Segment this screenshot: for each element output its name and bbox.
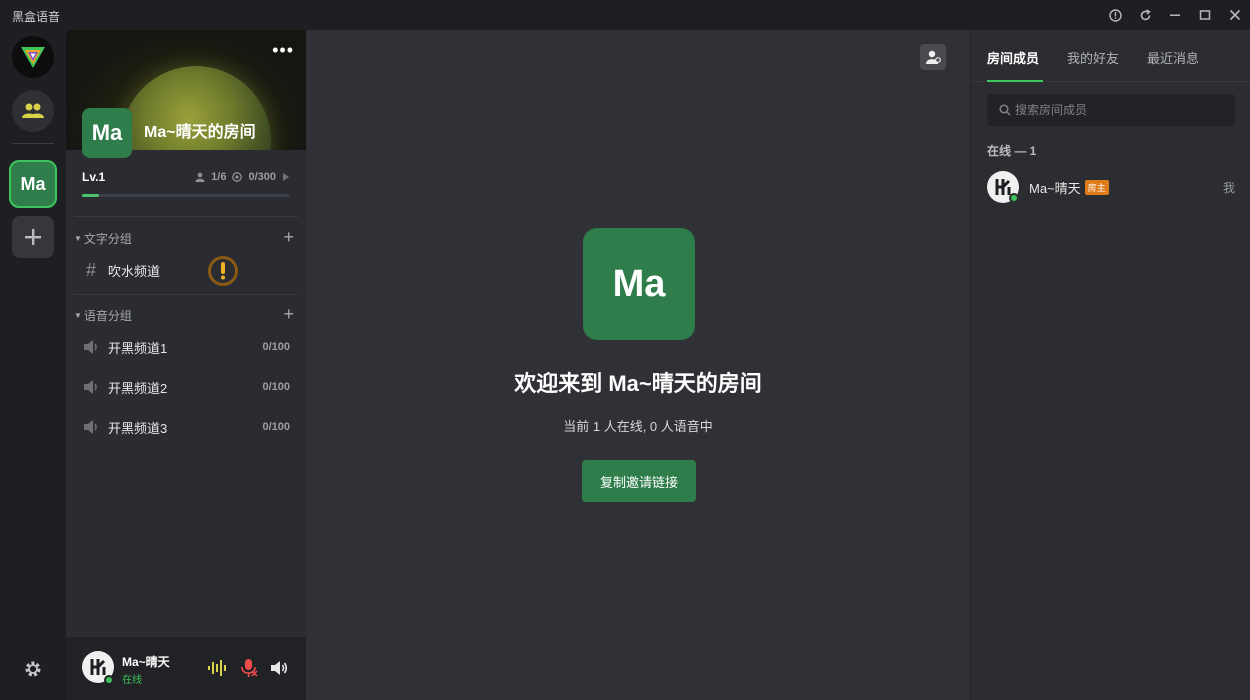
text-group-header[interactable]: ▼ 文字分组 bbox=[74, 230, 132, 247]
tab-my-friends[interactable]: 我的好友 bbox=[1067, 48, 1119, 67]
speaker-icon bbox=[74, 379, 108, 395]
speaker-icon bbox=[74, 339, 108, 355]
friends-icon[interactable] bbox=[12, 90, 54, 132]
members-panel: 房间成员 我的好友 最近消息 在线 — 1 Ma~晴天 房主 我 bbox=[970, 30, 1250, 700]
room-avatar-large-initials: Ma bbox=[612, 262, 666, 305]
help-icon[interactable] bbox=[1105, 5, 1125, 25]
channel-item-voice-2[interactable]: 开黑频道3 0/100 bbox=[74, 409, 298, 445]
member-search-input[interactable] bbox=[1015, 103, 1215, 117]
tab-room-members[interactable]: 房间成员 bbox=[987, 48, 1039, 67]
online-section-header: 在线 — 1 bbox=[987, 144, 1037, 158]
play-arrow-icon[interactable] bbox=[282, 172, 290, 182]
online-status-dot bbox=[104, 675, 114, 685]
member-search-box[interactable] bbox=[987, 94, 1235, 126]
voice-group-header[interactable]: ▼ 语音分组 bbox=[74, 307, 132, 324]
divider bbox=[74, 294, 298, 295]
online-status-dot bbox=[1009, 193, 1019, 203]
room-level: Lv.1 bbox=[82, 170, 106, 184]
gear-icon bbox=[25, 661, 41, 677]
members-tabs: 房间成员 我的好友 最近消息 bbox=[971, 30, 1250, 82]
minimize-icon[interactable] bbox=[1165, 5, 1185, 25]
caret-down-icon: ▼ bbox=[74, 234, 82, 243]
plus-icon bbox=[25, 229, 41, 245]
member-avatar bbox=[987, 171, 1019, 203]
room-avatar-initials: Ma bbox=[91, 120, 123, 145]
more-options-icon[interactable]: ••• bbox=[272, 41, 294, 59]
user-name: Ma~晴天 bbox=[122, 655, 170, 669]
active-tab-indicator bbox=[987, 80, 1043, 82]
title-bar: 黑盒语音 bbox=[0, 0, 1250, 30]
user-bar: Ma~晴天 在线 bbox=[66, 637, 306, 700]
coin-icon bbox=[232, 172, 243, 182]
channel-item-voice-0[interactable]: 开黑频道1 0/100 bbox=[74, 329, 298, 365]
person-settings-icon bbox=[926, 50, 941, 64]
main-content: Ma 欢迎来到 Ma~晴天的房间 当前 1 人在线, 0 人语音中 复制邀请链接 bbox=[306, 30, 970, 700]
hash-icon: # bbox=[85, 259, 96, 280]
channel-count: 0/100 bbox=[262, 381, 290, 393]
channel-count: 0/100 bbox=[262, 421, 290, 433]
online-info-text: 当前 1 人在线, 0 人语音中 bbox=[563, 419, 713, 434]
user-status: 在线 bbox=[122, 675, 142, 686]
coins-stat: 0/300 bbox=[248, 171, 276, 183]
caret-down-icon: ▼ bbox=[74, 311, 82, 320]
soundwave-icon bbox=[208, 660, 226, 676]
owner-badge: 房主 bbox=[1084, 179, 1109, 195]
speaker-button[interactable] bbox=[268, 657, 290, 679]
channel-name: 吹水频道 bbox=[108, 263, 161, 279]
speaker-icon bbox=[271, 661, 288, 675]
level-progress-fill bbox=[82, 194, 99, 197]
heybox-logo-icon[interactable] bbox=[12, 36, 54, 78]
alert-icon[interactable] bbox=[208, 256, 238, 286]
room-shortcut-button[interactable]: Ma bbox=[9, 160, 57, 208]
add-text-channel-button[interactable]: + bbox=[283, 228, 294, 246]
room-shortcut-initials: Ma bbox=[20, 173, 46, 194]
refresh-icon[interactable] bbox=[1135, 5, 1155, 25]
channel-item-voice-1[interactable]: 开黑频道2 0/100 bbox=[74, 369, 298, 405]
mic-muted-icon bbox=[241, 659, 258, 677]
room-avatar: Ma bbox=[82, 108, 132, 158]
copy-invite-link-button[interactable]: 复制邀请链接 bbox=[582, 460, 696, 502]
room-avatar-large: Ma bbox=[583, 228, 695, 340]
mute-mic-button[interactable] bbox=[238, 657, 260, 679]
server-rail: Ma bbox=[0, 30, 66, 700]
app-window: 黑盒语音 Ma ••• Ma Ma~晴天的房间 Lv.1 1/6 0/300 ▼… bbox=[0, 0, 1250, 700]
speaker-icon bbox=[74, 419, 108, 435]
text-group-label: 文字分组 bbox=[83, 232, 132, 246]
search-icon bbox=[999, 104, 1011, 116]
level-progress-bar bbox=[82, 194, 290, 197]
person-icon bbox=[195, 172, 205, 182]
add-room-button[interactable] bbox=[12, 216, 54, 258]
voice-group-label: 语音分组 bbox=[83, 309, 132, 323]
voice-activity-button[interactable] bbox=[206, 657, 228, 679]
members-stat: 1/6 bbox=[211, 171, 227, 183]
room-stats: 1/6 0/300 bbox=[195, 171, 290, 183]
welcome-title: 欢迎来到 Ma~晴天的房间 bbox=[514, 371, 762, 396]
channel-name: 开黑频道1 bbox=[108, 340, 168, 356]
divider bbox=[74, 216, 298, 217]
member-name: Ma~晴天 bbox=[1029, 180, 1081, 196]
channel-count: 0/100 bbox=[262, 341, 290, 353]
channel-name: 开黑频道2 bbox=[108, 380, 168, 396]
tab-recent-messages[interactable]: 最近消息 bbox=[1147, 48, 1199, 67]
app-title: 黑盒语音 bbox=[12, 10, 61, 24]
member-item[interactable]: Ma~晴天 房主 我 bbox=[987, 170, 1235, 204]
channel-item-text-0[interactable]: # 吹水频道 bbox=[74, 252, 298, 288]
me-label: 我 bbox=[1222, 180, 1235, 195]
room-name: Ma~晴天的房间 bbox=[144, 124, 256, 141]
rail-divider bbox=[12, 143, 54, 144]
channel-name: 开黑频道3 bbox=[108, 420, 168, 436]
maximize-icon[interactable] bbox=[1195, 5, 1215, 25]
channel-panel: ••• Ma Ma~晴天的房间 Lv.1 1/6 0/300 ▼ 文字分组 + … bbox=[66, 30, 306, 700]
members-toggle-button[interactable] bbox=[920, 44, 946, 70]
close-icon[interactable] bbox=[1225, 5, 1245, 25]
add-voice-channel-button[interactable]: + bbox=[283, 305, 294, 323]
settings-button[interactable] bbox=[12, 648, 54, 690]
